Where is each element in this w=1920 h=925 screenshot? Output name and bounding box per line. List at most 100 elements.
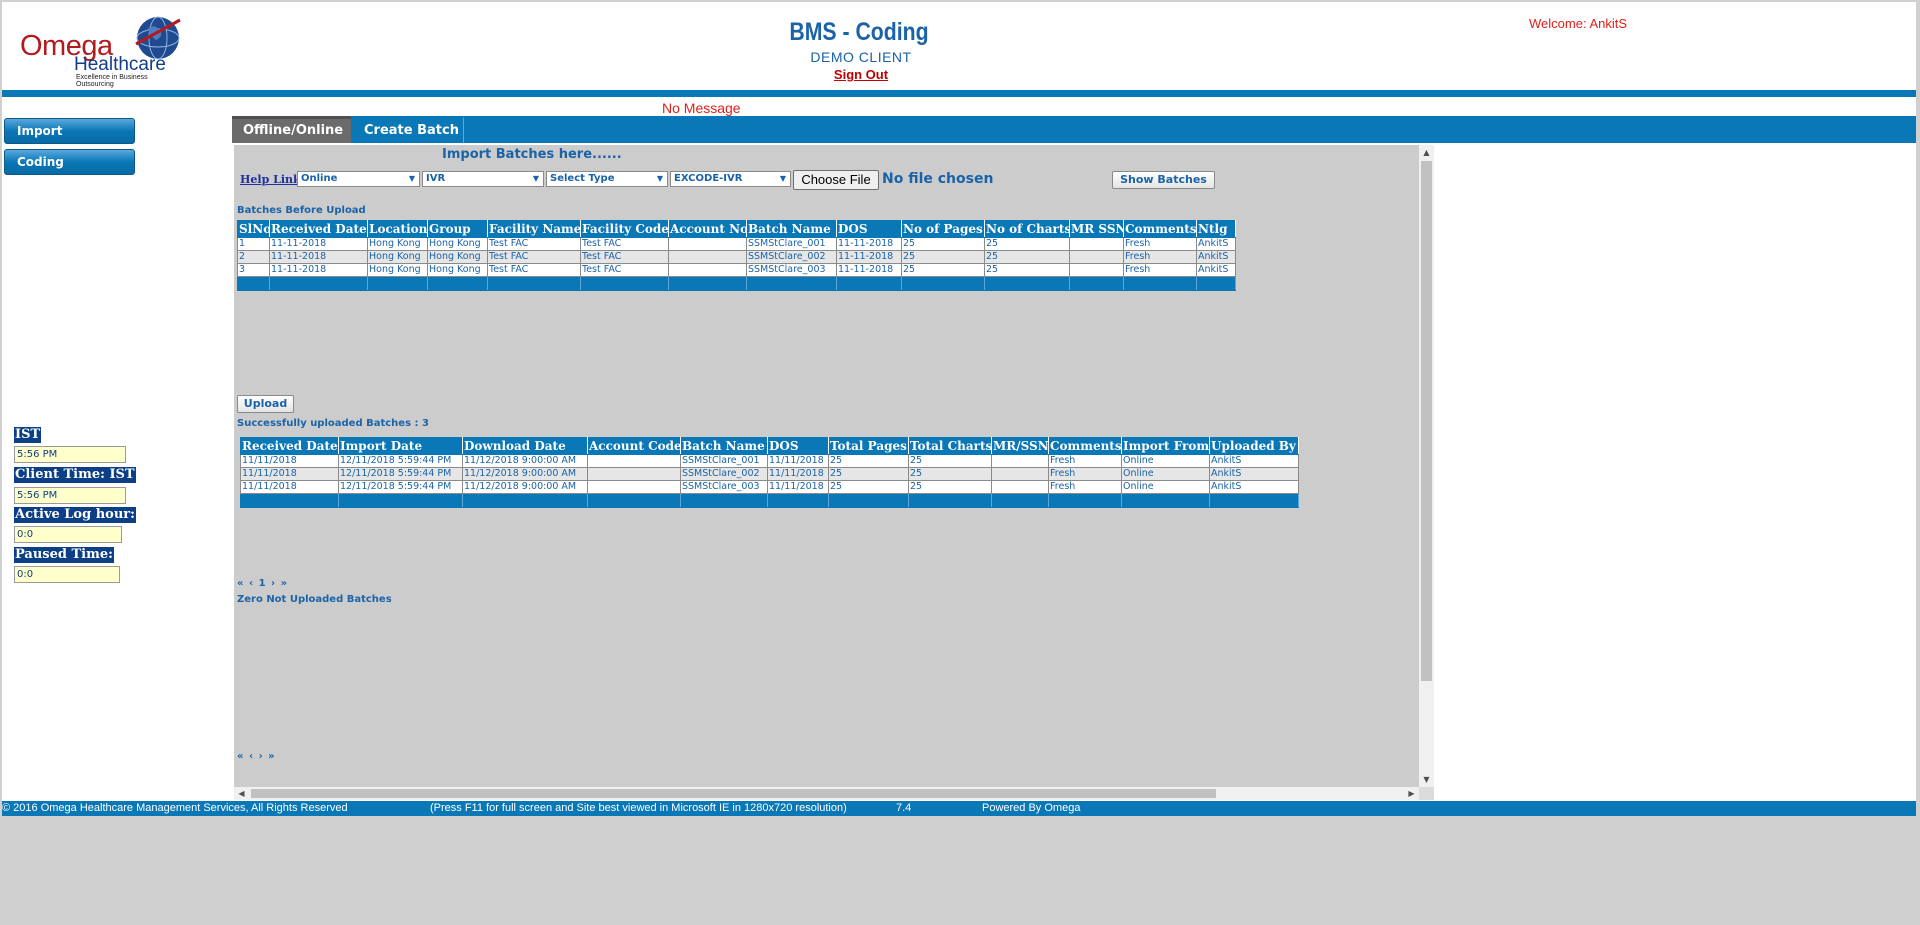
pager-last-icon[interactable]: » bbox=[281, 578, 288, 589]
pager-prev-icon[interactable]: ‹ bbox=[249, 578, 254, 589]
table-cell bbox=[1069, 250, 1124, 264]
pager-last-icon[interactable]: » bbox=[268, 751, 275, 762]
uploaded-batches-title: Successfully uploaded Batches : 3 bbox=[237, 418, 429, 429]
client-time-label: Client Time: IST bbox=[14, 467, 136, 483]
table-cell: Test FAC bbox=[580, 250, 669, 264]
before-upload-col-header: Comments bbox=[1123, 220, 1197, 238]
table-footer-cell bbox=[908, 493, 992, 508]
chevron-down-icon: ▼ bbox=[779, 174, 786, 183]
uploaded-col-header: Account Code bbox=[587, 437, 681, 455]
table-cell: 11-11-2018 bbox=[836, 250, 902, 264]
source-select[interactable]: IVR ▼ bbox=[422, 171, 544, 187]
table-cell: AnkitS bbox=[1196, 263, 1236, 277]
no-file-chosen-text: No file chosen bbox=[882, 171, 994, 187]
table-cell: Test FAC bbox=[580, 237, 669, 251]
table-cell: 11-11-2018 bbox=[269, 250, 368, 264]
vertical-scrollbar[interactable]: ▲ ▼ bbox=[1419, 145, 1434, 787]
table-cell: 11/11/2018 bbox=[240, 454, 339, 468]
pager-next-icon[interactable]: › bbox=[259, 751, 264, 762]
table-cell: Test FAC bbox=[487, 250, 581, 264]
before-upload-col-header: Ntlg bbox=[1196, 220, 1236, 238]
before-upload-col-header: Batch Name bbox=[746, 220, 837, 238]
table-footer-cell bbox=[668, 276, 747, 291]
help-link[interactable]: Help Link bbox=[240, 173, 301, 186]
table-cell: 25 bbox=[828, 454, 909, 468]
pager-first-icon[interactable]: « bbox=[237, 751, 244, 762]
scrollbar-corner bbox=[1419, 787, 1434, 800]
table-row[interactable]: 11/11/2018 12/11/2018 5:59:44 PM 11/12/201… bbox=[240, 480, 1299, 494]
show-batches-button[interactable]: Show Batches bbox=[1112, 171, 1215, 189]
table-footer-cell bbox=[240, 493, 339, 508]
uploaded-col-header: DOS bbox=[767, 437, 829, 455]
uploaded-col-header: MR/SSN bbox=[991, 437, 1049, 455]
table-cell: Hong Kong bbox=[367, 263, 428, 277]
table-cell: AnkitS bbox=[1196, 250, 1236, 264]
horizontal-scrollbar[interactable]: ◀ ▶ bbox=[234, 787, 1419, 800]
table-cell: Test FAC bbox=[487, 263, 581, 277]
before-upload-col-header: No of Pages bbox=[901, 220, 985, 238]
table-cell: SSMStClare_003 bbox=[746, 263, 837, 277]
table-cell: 11/12/2018 9:00:00 AM bbox=[462, 467, 588, 481]
chevron-down-icon: ▼ bbox=[532, 174, 539, 183]
table-cell: SSMStClare_003 bbox=[680, 480, 768, 494]
table-footer-cell bbox=[1209, 493, 1299, 508]
ist-time-field: 5:56 PM bbox=[14, 446, 126, 463]
tab-bar: Offline/Online Create Batch bbox=[232, 116, 1916, 143]
pager-page-1[interactable]: 1 bbox=[259, 578, 267, 589]
table-row[interactable]: 11/11/2018 12/11/2018 5:59:44 PM 11/12/201… bbox=[240, 467, 1299, 481]
tab-create-batch[interactable]: Create Batch bbox=[354, 116, 464, 143]
chevron-down-icon: ▼ bbox=[656, 174, 663, 183]
scroll-up-icon[interactable]: ▲ bbox=[1419, 145, 1434, 160]
table-footer-cell bbox=[1121, 493, 1210, 508]
paused-time-field: 0:0 bbox=[14, 566, 120, 583]
mode-select[interactable]: Online ▼ bbox=[297, 171, 420, 187]
table-cell: Hong Kong bbox=[427, 237, 488, 251]
table-footer-cell bbox=[462, 493, 588, 508]
table-cell: AnkitS bbox=[1209, 454, 1299, 468]
table-cell bbox=[587, 480, 681, 494]
type-select[interactable]: Select Type ▼ bbox=[546, 171, 668, 187]
uploaded-col-header: Received Date bbox=[240, 437, 339, 455]
mode-select-value: Online bbox=[301, 173, 338, 184]
before-upload-col-header: No of Charts bbox=[984, 220, 1070, 238]
table-cell: Hong Kong bbox=[427, 250, 488, 264]
table-cell bbox=[587, 454, 681, 468]
table-cell bbox=[1069, 237, 1124, 251]
upload-button[interactable]: Upload bbox=[237, 395, 294, 413]
table-cell: 25 bbox=[908, 454, 992, 468]
client-name: DEMO CLIENT bbox=[810, 49, 912, 65]
pager-next-icon[interactable]: › bbox=[271, 578, 276, 589]
table-row[interactable]: 1 11-11-2018 Hong Kong Hong Kong Test FAC Tes… bbox=[237, 237, 1236, 251]
table-cell: 11/11/2018 bbox=[240, 480, 339, 494]
active-log-field: 0:0 bbox=[14, 526, 122, 543]
nav-coding-button[interactable]: Coding bbox=[4, 149, 135, 175]
table-cell: AnkitS bbox=[1209, 467, 1299, 481]
table-footer-cell bbox=[1069, 276, 1124, 291]
pager-prev-icon[interactable]: ‹ bbox=[249, 751, 254, 762]
scroll-left-icon[interactable]: ◀ bbox=[234, 787, 249, 800]
profile-select[interactable]: EXCODE-IVR ▼ bbox=[670, 171, 791, 187]
table-cell bbox=[1069, 263, 1124, 277]
table-footer-cell bbox=[580, 276, 669, 291]
choose-file-button[interactable]: Choose File bbox=[793, 170, 879, 190]
table-cell: 25 bbox=[984, 237, 1070, 251]
sign-out-link[interactable]: Sign Out bbox=[2, 67, 1720, 82]
scroll-down-icon[interactable]: ▼ bbox=[1419, 772, 1434, 787]
before-upload-col-header: MR SSN bbox=[1069, 220, 1124, 238]
vertical-scroll-thumb[interactable] bbox=[1421, 161, 1432, 681]
ist-label: IST bbox=[14, 427, 42, 443]
table-footer-cell bbox=[828, 493, 909, 508]
table-footer-cell bbox=[1048, 493, 1122, 508]
table-row[interactable]: 11/11/2018 12/11/2018 5:59:44 PM 11/12/201… bbox=[240, 454, 1299, 468]
table-cell: 11-11-2018 bbox=[269, 237, 368, 251]
table-cell: Hong Kong bbox=[367, 250, 428, 264]
nav-import-button[interactable]: Import bbox=[4, 118, 135, 144]
table-row[interactable]: 2 11-11-2018 Hong Kong Hong Kong Test FAC Tes… bbox=[237, 250, 1236, 264]
table-row[interactable]: 3 11-11-2018 Hong Kong Hong Kong Test FAC Tes… bbox=[237, 263, 1236, 277]
horizontal-scroll-thumb[interactable] bbox=[251, 789, 1216, 798]
tab-offline-online[interactable]: Offline/Online bbox=[232, 116, 351, 143]
footer-powered-by: Powered By Omega bbox=[982, 802, 1081, 814]
scroll-right-icon[interactable]: ▶ bbox=[1404, 787, 1419, 800]
app-window: Omega Healthcare Excellence in Business … bbox=[2, 2, 1916, 808]
pager-first-icon[interactable]: « bbox=[237, 578, 244, 589]
